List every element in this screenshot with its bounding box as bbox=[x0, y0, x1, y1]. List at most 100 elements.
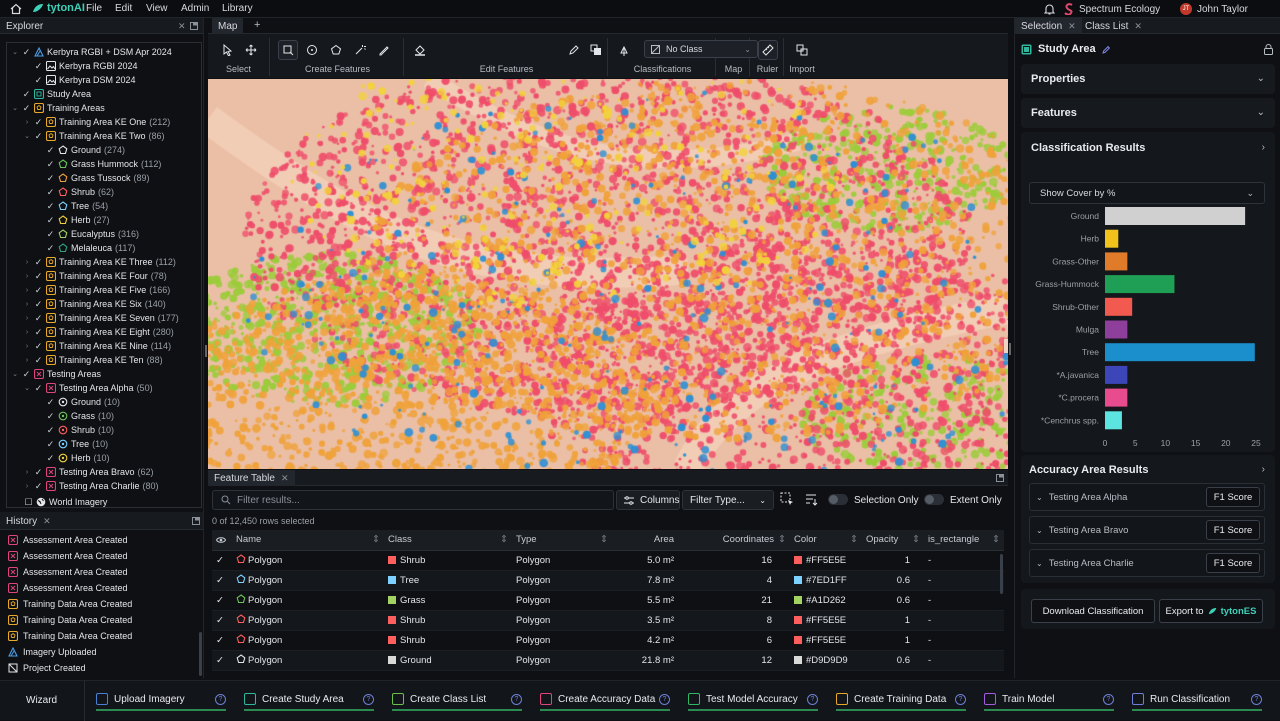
tree-item[interactable]: ⌄ ✓ Training Areas bbox=[11, 101, 105, 115]
table-row[interactable]: ✓ Polygon Tree Polygon 7.8 m² 4 #7ED1FF 0.6- bbox=[212, 570, 1004, 591]
menu-library[interactable]: Library bbox=[222, 3, 253, 14]
wizard-step[interactable]: Test Model Accuracy? bbox=[688, 689, 818, 711]
chevron-down-icon[interactable]: ⌄ bbox=[23, 132, 31, 140]
bar-herb[interactable] bbox=[1105, 229, 1119, 248]
magic-wand-icon[interactable] bbox=[350, 40, 370, 60]
scrollbar[interactable] bbox=[1000, 554, 1003, 594]
layers-front-icon[interactable] bbox=[586, 40, 606, 60]
organisation-switcher[interactable]: Spectrum Ecology bbox=[1064, 1, 1160, 17]
bar-grass-other[interactable] bbox=[1105, 252, 1128, 271]
help-icon[interactable]: ? bbox=[1251, 694, 1262, 705]
check-icon[interactable]: ✓ bbox=[34, 481, 43, 492]
wizard-step[interactable]: Create Class List? bbox=[392, 689, 522, 711]
check-icon[interactable]: ✓ bbox=[34, 355, 43, 366]
close-icon[interactable]: ✕ bbox=[43, 516, 51, 527]
pointer-icon[interactable] bbox=[217, 40, 237, 60]
tree-item[interactable]: ✓ Melaleuca (117) bbox=[35, 241, 136, 255]
history-item[interactable]: Assessment Area Created bbox=[8, 565, 128, 579]
history-item[interactable]: Imagery Uploaded bbox=[8, 645, 97, 659]
tree-item[interactable]: › ✓ Training Area KE One (212) bbox=[23, 115, 170, 129]
table-row[interactable]: ✓ Polygon Ground Polygon 21.8 m² 12 #D9D9D9 0.6… bbox=[212, 650, 1004, 671]
filter-type-select[interactable]: Filter Type... ⌄ bbox=[682, 490, 774, 510]
f1-score-button[interactable]: F1 Score bbox=[1206, 487, 1260, 507]
tree-item[interactable]: ✓ Tree (10) bbox=[35, 437, 108, 451]
help-icon[interactable]: ? bbox=[363, 694, 374, 705]
row-check-icon[interactable]: ✓ bbox=[212, 650, 232, 671]
check-icon[interactable]: ✓ bbox=[46, 243, 55, 254]
check-icon[interactable]: ✓ bbox=[46, 229, 55, 240]
help-icon[interactable]: ? bbox=[955, 694, 966, 705]
lock-icon[interactable] bbox=[1264, 44, 1273, 55]
check-icon[interactable]: ✓ bbox=[34, 383, 43, 394]
wizard-step[interactable]: Create Study Area? bbox=[244, 689, 374, 711]
tree-item[interactable]: ✓ Herb (10) bbox=[35, 451, 110, 465]
close-icon[interactable]: ✕ bbox=[1068, 21, 1076, 32]
close-icon[interactable]: ✕ bbox=[178, 21, 186, 32]
check-icon[interactable]: ✓ bbox=[34, 117, 43, 128]
column-header-class[interactable]: Class ⇕ bbox=[384, 530, 512, 551]
menu-admin[interactable]: Admin bbox=[181, 3, 209, 14]
filter-results-input[interactable]: Filter results... bbox=[212, 490, 614, 510]
close-icon[interactable]: ✕ bbox=[1134, 21, 1142, 32]
check-icon[interactable]: ✓ bbox=[22, 89, 31, 100]
help-icon[interactable]: ? bbox=[807, 694, 818, 705]
accuracy-row-charlie[interactable]: ⌄ Testing Area Charlie F1 Score bbox=[1029, 549, 1265, 577]
history-item[interactable]: Training Data Area Created bbox=[8, 613, 132, 627]
row-check-icon[interactable]: ✓ bbox=[212, 570, 232, 591]
draw-rectangle-icon[interactable] bbox=[278, 40, 298, 60]
close-icon[interactable]: ✕ bbox=[281, 473, 289, 484]
tree-item[interactable]: ✓ Tree (54) bbox=[35, 199, 108, 213]
menu-edit[interactable]: Edit bbox=[115, 3, 132, 14]
check-icon[interactable]: ✓ bbox=[22, 47, 31, 58]
row-check-icon[interactable]: ✓ bbox=[212, 550, 232, 571]
check-icon[interactable]: ✓ bbox=[34, 285, 43, 296]
check-icon[interactable]: ✓ bbox=[22, 103, 31, 114]
check-icon[interactable]: ✓ bbox=[46, 145, 55, 156]
menu-view[interactable]: View bbox=[146, 3, 168, 14]
check-icon[interactable]: ✓ bbox=[46, 439, 55, 450]
tree-item[interactable]: › ✓ Training Area KE Three (112) bbox=[23, 255, 176, 269]
tree-item[interactable]: › ✓ Training Area KE Four (78) bbox=[23, 269, 167, 283]
row-check-icon[interactable]: ✓ bbox=[212, 630, 232, 651]
accuracy-row-alpha[interactable]: ⌄ Testing Area Alpha F1 Score bbox=[1029, 483, 1265, 511]
column-header-color[interactable]: Color ⇕ bbox=[790, 530, 862, 551]
draw-circle-icon[interactable] bbox=[302, 40, 322, 60]
tree-item[interactable]: ✓ Kerbyra DSM 2024 bbox=[23, 73, 136, 87]
chevron-right-icon[interactable]: › bbox=[23, 259, 31, 266]
chevron-right-icon[interactable]: › bbox=[23, 357, 31, 364]
check-icon[interactable]: ✓ bbox=[34, 131, 43, 142]
column-header-area[interactable]: Area bbox=[612, 530, 678, 551]
chevron-right-icon[interactable]: › bbox=[1262, 464, 1265, 475]
splitter-handle[interactable] bbox=[1009, 343, 1011, 355]
chevron-down-icon[interactable]: ⌄ bbox=[11, 104, 19, 112]
tree-item[interactable]: ✓ Shrub (10) bbox=[35, 423, 114, 437]
history-item[interactable]: Training Data Area Created bbox=[8, 629, 132, 643]
tree-item[interactable]: ✓ Eucalyptus (316) bbox=[35, 227, 139, 241]
tree-item[interactable]: › ✓ Training Area KE Eight (280) bbox=[23, 325, 174, 339]
tree-item[interactable]: ✓ Study Area bbox=[11, 87, 91, 101]
fill-icon[interactable] bbox=[410, 40, 430, 60]
history-item[interactable]: Assessment Area Created bbox=[8, 581, 128, 595]
row-check-icon[interactable]: ✓ bbox=[212, 610, 232, 631]
export-button[interactable]: Export to tytonES bbox=[1159, 599, 1263, 623]
tree-item[interactable]: ✓ Kerbyra RGBI 2024 bbox=[23, 59, 138, 73]
visibility-header[interactable] bbox=[212, 530, 232, 551]
tree-item[interactable]: ✓ Ground (10) bbox=[35, 395, 120, 409]
wizard-step[interactable]: Train Model? bbox=[984, 689, 1114, 711]
wizard-step[interactable]: Create Accuracy Data? bbox=[540, 689, 670, 711]
help-icon[interactable]: ? bbox=[659, 694, 670, 705]
add-tab-button[interactable]: + bbox=[254, 19, 260, 31]
bar-a-javanica[interactable] bbox=[1105, 365, 1128, 384]
columns-button[interactable]: Columns bbox=[616, 490, 680, 510]
map-resize-handle[interactable] bbox=[1004, 339, 1008, 353]
tree-item[interactable]: ⌄ ✓ Testing Areas bbox=[11, 367, 101, 381]
table-row[interactable]: ✓ Polygon Shrub Polygon 3.5 m² 8 #FF5E5E 1- bbox=[212, 610, 1004, 631]
column-header-type[interactable]: Type ⇕ bbox=[512, 530, 612, 551]
wizard-step[interactable]: Upload Imagery? bbox=[96, 689, 226, 711]
tree-item[interactable]: ✓ Herb (27) bbox=[35, 213, 110, 227]
chevron-down-icon[interactable]: ⌄ bbox=[23, 384, 31, 392]
column-header-name[interactable]: Name ⇕ bbox=[232, 530, 384, 551]
edit-pen-icon[interactable] bbox=[564, 40, 584, 60]
tree-item[interactable]: › ✓ Training Area KE Ten (88) bbox=[23, 353, 163, 367]
chevron-right-icon[interactable]: › bbox=[23, 315, 31, 322]
